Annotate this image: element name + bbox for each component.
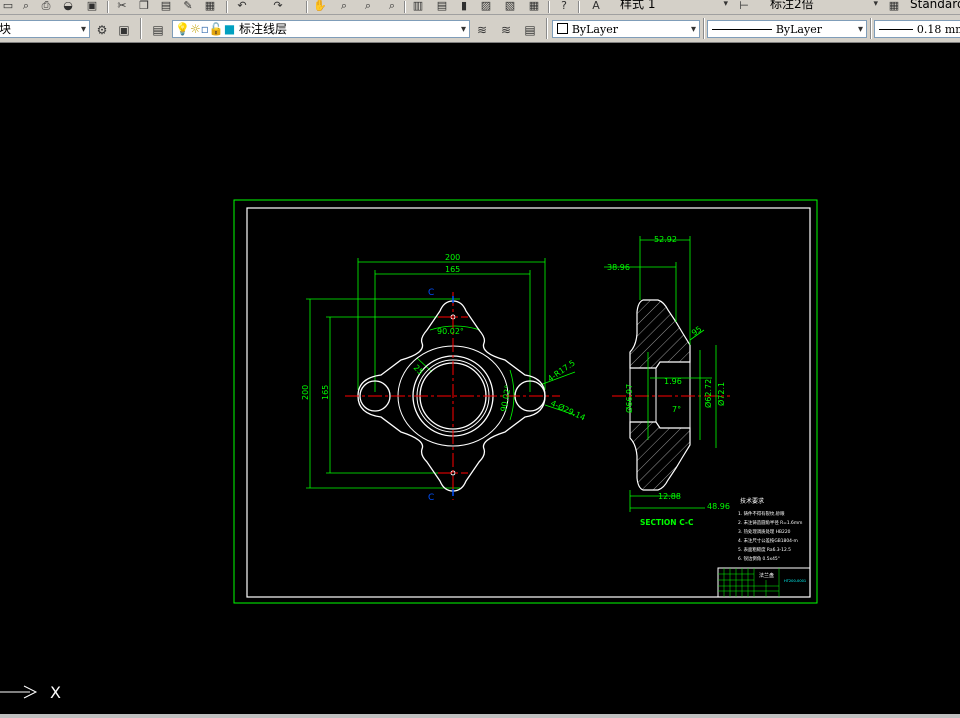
zoom-realtime-icon[interactable]: ⌕ xyxy=(336,0,352,14)
flange-plan-view: C C 200 165 200 165 90.02° 90.02° 25 4-R… xyxy=(301,253,587,503)
design-center-icon[interactable]: ▤ xyxy=(434,0,450,14)
dim-25: 25 xyxy=(412,363,426,377)
text-style-icon[interactable]: A xyxy=(588,0,604,14)
layer-name: 标注线层 xyxy=(238,22,287,36)
zoom-previous-icon[interactable]: ⌕ xyxy=(384,0,400,14)
tech-notes-title: 技术要求 xyxy=(740,497,764,505)
layer-manager-icon[interactable]: ▤ xyxy=(150,22,166,38)
layer-states-icon[interactable]: ▤ xyxy=(522,22,538,38)
layers-toolbar: 块 ▾ ⚙ ▣ ▤ 💡☼▫🔓■ 标注线层 ▾ ≋ ≋ ▤ ByLayer ▾ ByLa… xyxy=(0,15,960,43)
layer-color-swatch: ■ xyxy=(223,22,236,36)
tech-note: 6. 锐边倒角 0.5x45° xyxy=(738,555,780,562)
dim-style-select[interactable]: 标注2倍 ▾ xyxy=(766,0,880,12)
dim-r17: 4-R17.5 xyxy=(546,358,577,383)
dim-52-92: 52.92 xyxy=(654,235,677,244)
cut-icon[interactable]: ✂ xyxy=(114,0,130,14)
linetype-preview xyxy=(712,29,772,30)
tool-palettes-icon[interactable]: ▮ xyxy=(456,0,472,14)
paste-icon[interactable]: ▤ xyxy=(158,0,174,14)
plot-icon[interactable]: ⎙ xyxy=(38,0,54,14)
preview-icon[interactable]: ▣ xyxy=(84,0,100,14)
plan-dimension-lines xyxy=(306,258,576,489)
lineweight-select[interactable]: 0.18 mm xyxy=(874,20,960,38)
copy-icon[interactable]: ❐ xyxy=(136,0,152,14)
save-icon[interactable]: ▭ xyxy=(0,0,16,14)
status-bar-edge xyxy=(0,714,960,718)
ucs-x-label: X xyxy=(50,683,61,702)
dim-95: 95 xyxy=(690,324,704,337)
calculator-icon[interactable]: ▦ xyxy=(526,0,542,14)
lineweight-preview xyxy=(879,29,913,30)
dim-angle-right: 90.02° xyxy=(499,384,513,412)
section-lower-half xyxy=(629,421,691,491)
zoom-window-icon[interactable]: ⌕ xyxy=(18,0,34,14)
plan-dimension-texts: 200 165 200 165 90.02° 90.02° 25 4-R17.5… xyxy=(301,253,587,423)
redo-icon[interactable]: ↷ xyxy=(270,0,286,14)
publish-icon[interactable]: ◒ xyxy=(60,0,76,14)
pan-icon[interactable]: ✋ xyxy=(312,0,328,14)
dim-7deg: 7° xyxy=(672,405,681,414)
workspace-save-icon[interactable]: ▣ xyxy=(116,22,132,38)
section-marker-top: C xyxy=(428,288,434,298)
title-part-name: 法兰盘 xyxy=(759,572,774,579)
dim-1-96: 1.96 xyxy=(664,377,682,386)
make-current-layer-icon[interactable]: ≋ xyxy=(474,22,490,38)
tech-note: 3. 热处理调质处理 HB220 xyxy=(738,528,791,535)
title-block: 法兰盘 HT200-0001 xyxy=(717,567,811,598)
dim-angle-top: 90.02° xyxy=(437,327,464,336)
linetype-select[interactable]: ByLayer ▾ xyxy=(707,20,867,38)
layer-unlock-icon: 🔓 xyxy=(208,22,224,36)
block-editor-icon[interactable]: ▦ xyxy=(202,0,218,14)
layer-vp-icon: ▫ xyxy=(200,22,209,36)
title-part-code: HT200-0001 xyxy=(784,579,806,583)
tech-note: 5. 表面粗糙度 Ra6.3-12.5 xyxy=(738,546,791,553)
tech-note: 1. 铸件不得有裂纹,砂眼 xyxy=(738,510,785,517)
section-bore-lines xyxy=(629,362,691,428)
text-style-select[interactable]: 样式 1 ▾ xyxy=(616,0,730,12)
dim-48-96: 48.96 xyxy=(707,502,730,511)
match-properties-icon[interactable]: ✎ xyxy=(180,0,196,14)
markup-icon[interactable]: ▧ xyxy=(502,0,518,14)
sheet-set-icon[interactable]: ▨ xyxy=(478,0,494,14)
help-icon[interactable]: ? xyxy=(556,0,572,14)
standard-toolbar: ▭ ⌕ ⎙ ◒ ▣ ✂ ❐ ▤ ✎ ▦ ↶ ↷ ✋ ⌕ ⌕ ⌕ ▥ ▤ ▮ ▨ … xyxy=(0,0,960,15)
undo-icon[interactable]: ↶ xyxy=(234,0,250,14)
technical-notes: 技术要求 1. 铸件不得有裂纹,砂眼 2. 未注铸造圆角半径 R=1.6mm 3… xyxy=(738,497,802,562)
dim-38-96: 38.96 xyxy=(607,263,630,272)
dim-165-top: 165 xyxy=(445,265,460,274)
layer-thaw-icon: ☼ xyxy=(189,22,201,36)
section-label: SECTION C-C xyxy=(640,518,694,527)
layer-select[interactable]: 💡☼▫🔓■ 标注线层 ▾ xyxy=(172,20,470,38)
dim-phi29: 4-Ø29.14 xyxy=(549,398,587,423)
layer-on-icon: 💡 xyxy=(175,22,190,36)
tech-note: 4. 未注尺寸公差按GB1804-m xyxy=(738,537,798,544)
layer-previous-icon[interactable]: ≋ xyxy=(498,22,514,38)
table-style-icon[interactable]: ▦ xyxy=(886,0,902,14)
dim-style-icon[interactable]: ⊢ xyxy=(736,0,752,14)
section-upper-half xyxy=(629,299,691,369)
workspace-select[interactable]: 块 ▾ xyxy=(0,20,90,38)
plan-centerlines xyxy=(345,292,560,500)
sheet-outer-border xyxy=(233,199,818,604)
color-swatch xyxy=(557,23,568,34)
zoom-window2-icon[interactable]: ⌕ xyxy=(360,0,376,14)
color-select[interactable]: ByLayer ▾ xyxy=(552,20,700,38)
tech-note: 2. 未注铸造圆角半径 R=1.6mm xyxy=(738,519,802,526)
section-view: 52.92 38.96 Ø66.97 1.96 Ø62.72 Ø72.1 7° … xyxy=(604,235,730,527)
section-marker-bottom: C xyxy=(428,493,434,503)
properties-icon[interactable]: ▥ xyxy=(410,0,426,14)
dim-12-88: 12.88 xyxy=(658,492,681,501)
drawing-canvas[interactable]: C C 200 165 200 165 90.02° 90.02° 25 4-R… xyxy=(0,43,960,714)
workspace-settings-icon[interactable]: ⚙ xyxy=(94,22,110,38)
dim-200-top: 200 xyxy=(445,253,460,262)
dim-phi62: Ø62.72 xyxy=(703,379,713,408)
table-style-select[interactable]: Standard xyxy=(906,0,960,12)
ucs-icon: X xyxy=(0,683,61,702)
dim-phi72: Ø72.1 xyxy=(716,382,726,406)
dim-200-left: 200 xyxy=(301,385,310,400)
dim-165-left: 165 xyxy=(321,385,330,400)
dim-phi66: Ø66.97 xyxy=(624,384,634,413)
